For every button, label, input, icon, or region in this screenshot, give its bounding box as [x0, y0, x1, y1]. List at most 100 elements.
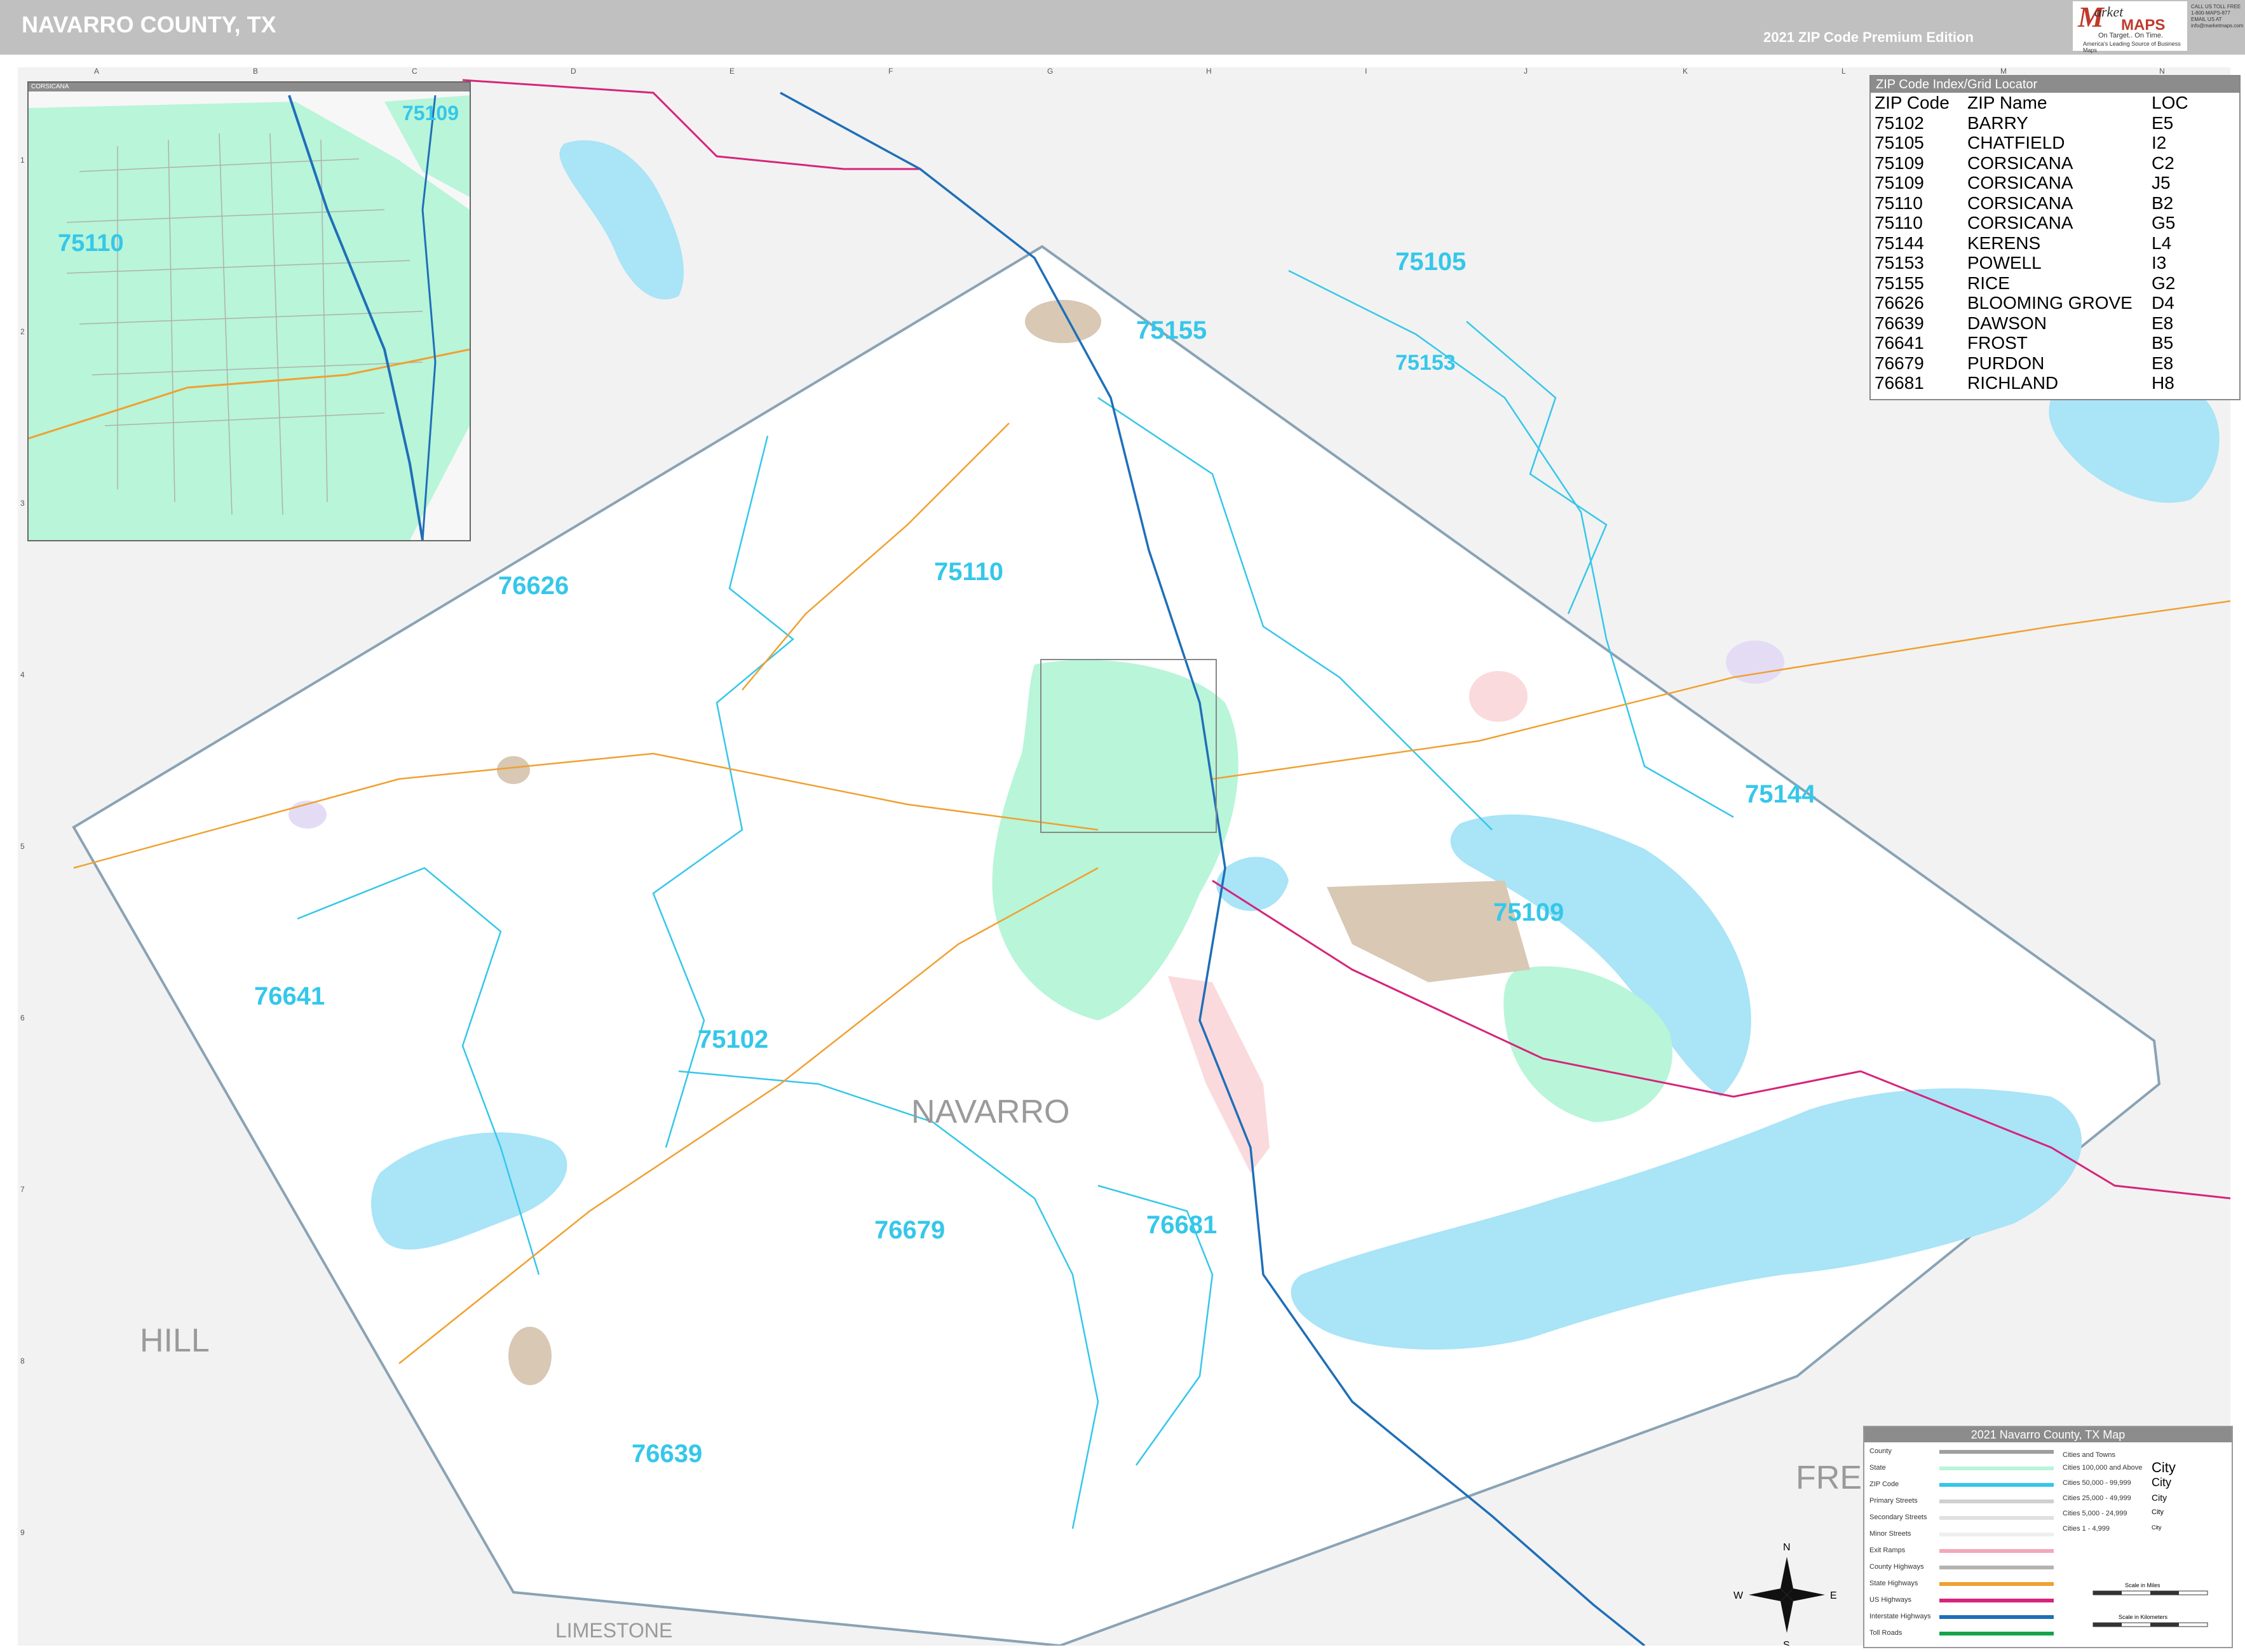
- logo-word1: arket: [2094, 4, 2124, 20]
- grid-row-4: 4: [20, 670, 25, 679]
- grid-col-b: B: [253, 67, 258, 76]
- legend-title: 2021 Navarro County, TX Map: [1864, 1427, 2232, 1442]
- zip-label: 75153: [1395, 351, 1456, 375]
- zip-name-cell: POWELL: [1967, 253, 2042, 273]
- map-title: NAVARRO COUNTY, TX: [22, 11, 276, 37]
- city-class-label: Cities 5,000 - 24,999: [2063, 1510, 2127, 1517]
- contact-line: info@marketmaps.com: [2191, 23, 2244, 29]
- legend-item-label: Interstate Highways: [1869, 1613, 1931, 1620]
- zip-code-cell: 75155: [1875, 273, 1924, 293]
- zip-name-cell: CORSICANA: [1967, 193, 2073, 213]
- zip-code-index: ZIP Code Index/Grid Locator ZIP Code ZIP…: [1869, 75, 2241, 400]
- zip-label: 75109: [1493, 898, 1564, 926]
- table-row[interactable]: 76681 RICHLAND H8: [1871, 373, 2239, 393]
- table-row[interactable]: 75109 CORSICANA C2: [1871, 153, 2239, 173]
- contact-info: CALL US TOLL FREE 1-800-MAPS-877 EMAIL U…: [2191, 4, 2244, 29]
- legend-swatch: [1939, 1483, 2054, 1487]
- grid-col-f: F: [888, 67, 893, 76]
- legend-item-label: ZIP Code: [1869, 1480, 1899, 1488]
- table-row[interactable]: 75105 CHATFIELD I2: [1871, 133, 2239, 153]
- compass-w: W: [1733, 1590, 1744, 1601]
- table-row[interactable]: 76626 BLOOMING GROVE D4: [1871, 293, 2239, 313]
- table-row[interactable]: 75153 POWELL I3: [1871, 253, 2239, 273]
- logo-sub: America's Leading Source of Business Map…: [2083, 41, 2181, 53]
- corsicana-inset-map[interactable]: CORSICANA 75109 75110: [27, 81, 471, 541]
- grid-col-i: I: [1365, 67, 1367, 76]
- zip-name-cell: PURDON: [1967, 353, 2045, 373]
- loc-cell: H8: [2152, 373, 2174, 393]
- zip-label: 76626: [498, 572, 569, 600]
- loc-cell: C2: [2152, 152, 2174, 173]
- loc-cell: G2: [2152, 273, 2176, 293]
- legend-swatch: [1939, 1582, 2054, 1586]
- legend-swatch: [1939, 1450, 2054, 1454]
- legend-swatch: [1939, 1500, 2054, 1503]
- table-row[interactable]: 75109 CORSICANA J5: [1871, 173, 2239, 193]
- market-maps-logo[interactable]: M arket MAPS On Target.. On Time. Americ…: [2073, 1, 2187, 53]
- table-row[interactable]: 75110 CORSICANA G5: [1871, 213, 2239, 233]
- legend-swatch: [1939, 1632, 2054, 1635]
- zip-name-cell: DAWSON: [1967, 313, 2047, 333]
- zip-code-cell: 75109: [1875, 173, 1924, 193]
- grid-col-g: G: [1047, 67, 1053, 76]
- zip-name-cell: CORSICANA: [1967, 173, 2073, 193]
- legend-item-label: Toll Roads: [1869, 1629, 1902, 1637]
- header-zip-code: ZIP Code: [1875, 93, 1950, 112]
- zip-index-title: ZIP Code Index/Grid Locator: [1871, 76, 2239, 93]
- zip-name-cell: RICE: [1967, 273, 2010, 293]
- legend-item-label: County Highways: [1869, 1563, 1924, 1571]
- county-label-freestone: FRE: [1796, 1459, 1862, 1496]
- table-row[interactable]: 75102 BARRY E5: [1871, 113, 2239, 133]
- inset-title: CORSICANA: [29, 83, 470, 91]
- table-row[interactable]: 76639 DAWSON E8: [1871, 313, 2239, 334]
- table-row[interactable]: 75144 KERENS L4: [1871, 233, 2239, 254]
- inset-zip-label: 75109: [402, 102, 459, 125]
- legend-swatch: [1939, 1466, 2054, 1470]
- grid-row-8: 8: [20, 1357, 25, 1365]
- scale-km-label: Scale in Kilometers: [2119, 1614, 2168, 1620]
- table-row[interactable]: 76641 FROST B5: [1871, 333, 2239, 353]
- zip-name-cell: FROST: [1967, 333, 2028, 353]
- city-class-sample: City: [2152, 1475, 2171, 1489]
- town-rice: [1025, 300, 1101, 343]
- grid-row-1: 1: [20, 156, 25, 165]
- loc-cell: L4: [2152, 233, 2172, 253]
- grid-col-d: D: [571, 67, 576, 76]
- zip-label: 75155: [1136, 316, 1207, 344]
- zip-code-cell: 76639: [1875, 313, 1924, 333]
- header-bar: NAVARRO COUNTY, TX 2021 ZIP Code Premium…: [0, 0, 2245, 55]
- table-row[interactable]: 75110 CORSICANA B2: [1871, 193, 2239, 213]
- zip-code-cell: 75144: [1875, 233, 1924, 253]
- header-loc: LOC: [2152, 93, 2188, 112]
- zip-label: 75144: [1745, 780, 1816, 808]
- zip-name-cell: CORSICANA: [1967, 213, 2073, 233]
- loc-cell: E5: [2152, 112, 2174, 133]
- grid-col-e: E: [729, 67, 735, 76]
- town-powell: [1469, 671, 1528, 722]
- scale-miles-label: Scale in Miles: [2125, 1582, 2160, 1588]
- legend-swatch: [1939, 1516, 2054, 1520]
- zip-label: 76641: [254, 982, 325, 1010]
- scale-bar-segment: [2093, 1591, 2122, 1595]
- inset-urban-area: [29, 102, 470, 540]
- legend-item-label: State: [1869, 1464, 1886, 1472]
- county-label-hill: HILL: [140, 1322, 210, 1359]
- legend-item-label: Exit Ramps: [1869, 1547, 1906, 1554]
- table-row[interactable]: 76679 PURDON E8: [1871, 353, 2239, 374]
- zip-code-cell: 75110: [1875, 193, 1923, 213]
- legend-item-label: County: [1869, 1447, 1892, 1455]
- city-class-sample: City: [2152, 1524, 2162, 1531]
- legend-swatch: [1939, 1566, 2054, 1569]
- compass-n: N: [1783, 1542, 1791, 1553]
- table-row[interactable]: 75155 RICE G2: [1871, 273, 2239, 294]
- loc-cell: J5: [2152, 173, 2171, 193]
- zip-name-cell: CORSICANA: [1967, 152, 2073, 173]
- grid-col-j: J: [1524, 67, 1528, 76]
- loc-cell: B5: [2152, 333, 2174, 353]
- zip-code-cell: 75102: [1875, 112, 1924, 133]
- map-legend: 2021 Navarro County, TX Map County State Z…: [1863, 1426, 2233, 1648]
- scale-bar-segment: [2150, 1591, 2179, 1595]
- zip-code-cell: 76681: [1875, 373, 1924, 393]
- zip-code-cell: 75109: [1875, 152, 1924, 173]
- loc-cell: G5: [2152, 213, 2176, 233]
